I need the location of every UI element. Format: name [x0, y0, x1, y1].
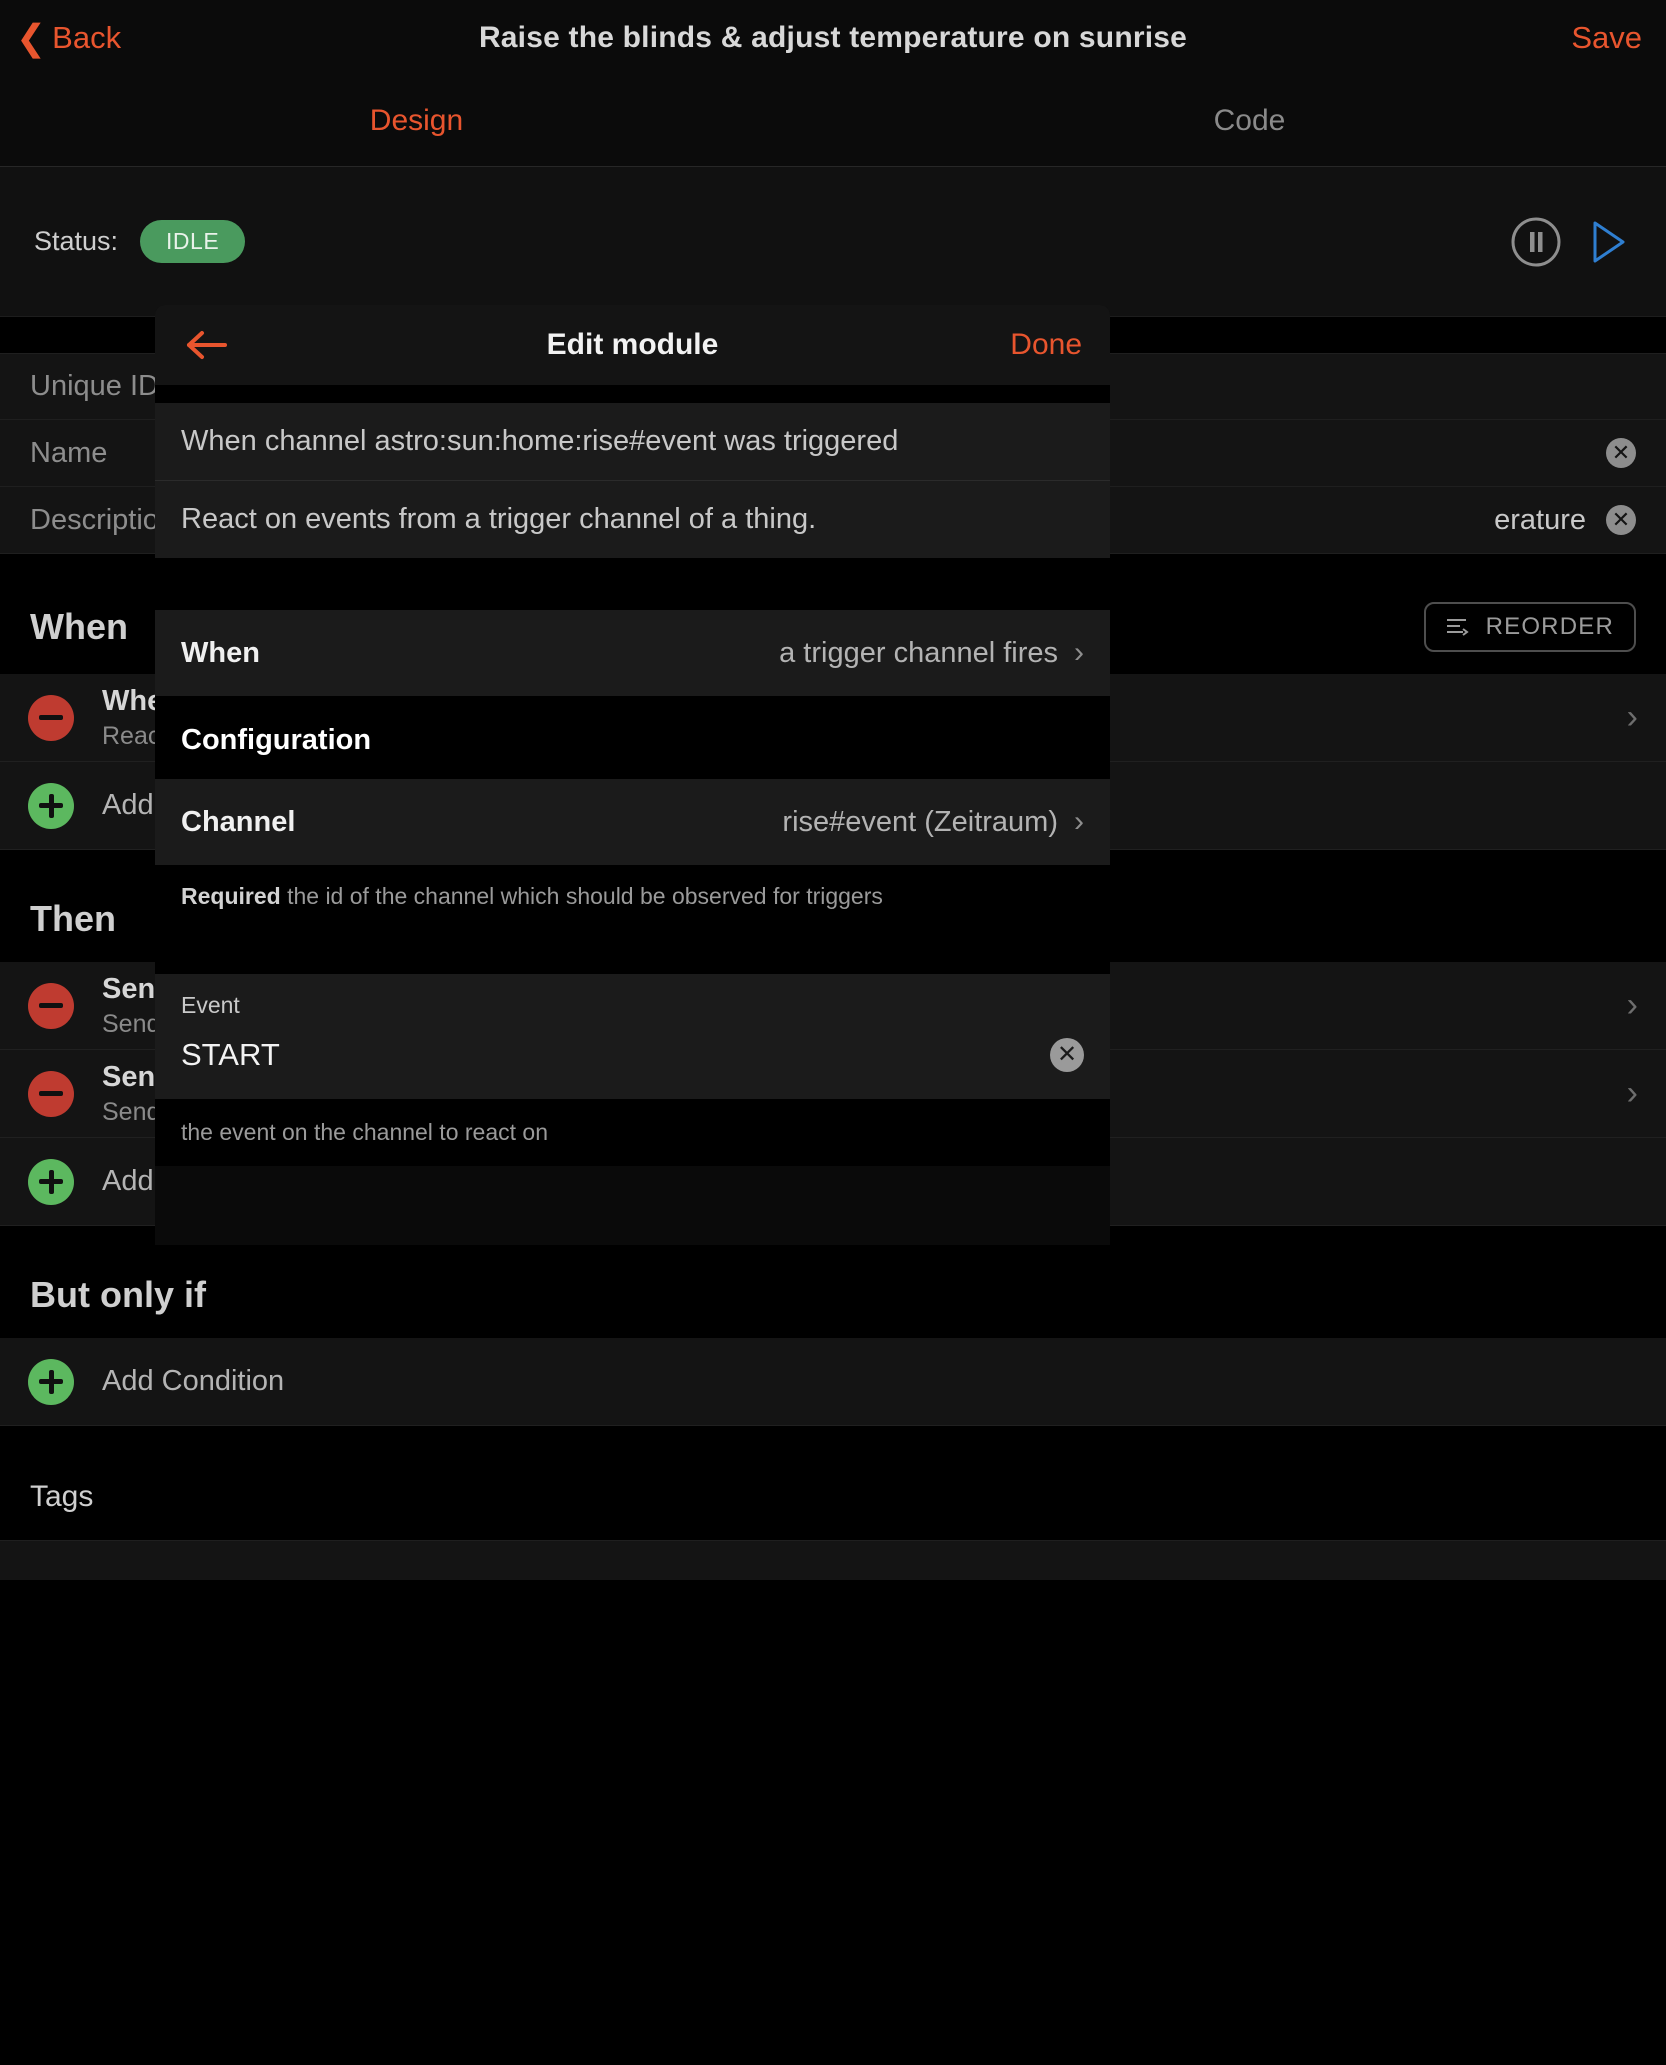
module-summary-text: When channel astro:sun:home:rise#event w… — [181, 425, 899, 457]
when-selector-key: When — [181, 636, 260, 669]
modal-spacer — [155, 936, 1110, 974]
when-selector-row[interactable]: When a trigger channel fires › — [155, 610, 1110, 696]
chevron-right-icon: › — [1626, 1074, 1638, 1112]
add-icon[interactable] — [28, 1158, 74, 1205]
pause-circle-icon[interactable] — [1510, 216, 1562, 268]
reorder-icon — [1446, 619, 1469, 636]
channel-selector-value: rise#event (Zeitraum) — [782, 805, 1058, 838]
tab-code[interactable]: Code — [833, 104, 1666, 138]
arrow-left-icon — [187, 331, 227, 359]
module-description-cell: React on events from a trigger channel o… — [155, 480, 1110, 558]
reorder-button[interactable]: REORDER — [1423, 602, 1636, 652]
event-field-value: START — [181, 1037, 280, 1072]
module-summary-cell[interactable]: When channel astro:sun:home:rise#event w… — [155, 403, 1110, 480]
channel-selector-key: Channel — [181, 805, 296, 838]
clear-icon[interactable]: ✕ — [1606, 505, 1636, 535]
section-title-when: When — [30, 606, 128, 647]
channel-helper-required: Required — [181, 883, 281, 909]
edit-module-modal: Edit module Done When channel astro:sun:… — [155, 305, 1110, 1245]
configuration-title: Configuration — [181, 724, 372, 756]
modal-done-button[interactable]: Done — [1010, 328, 1082, 362]
channel-helper-text: Required the id of the channel which sho… — [155, 865, 1110, 936]
add-icon[interactable] — [28, 782, 74, 829]
bottom-strip — [0, 1540, 1666, 1580]
modal-spacer — [155, 385, 1110, 403]
save-button[interactable]: Save — [1571, 20, 1642, 56]
section-title-tags: Tags — [30, 1480, 94, 1513]
status-label: Status: — [34, 226, 119, 256]
chevron-right-icon: › — [1626, 698, 1638, 736]
field-description-value: erature — [1494, 503, 1586, 536]
remove-icon[interactable] — [28, 694, 74, 741]
field-unique-id-label: Unique ID — [30, 370, 159, 402]
section-title-but-only-if: But only if — [30, 1274, 206, 1315]
section-header-tags: Tags — [0, 1426, 1666, 1540]
back-button-label: Back — [52, 19, 122, 55]
status-bar: Status: IDLE — [0, 167, 1666, 317]
chevron-right-icon: › — [1626, 986, 1638, 1024]
modal-back-button[interactable] — [185, 328, 229, 362]
event-field-label: Event — [181, 992, 240, 1018]
page-title: Raise the blinds & adjust temperature on… — [478, 20, 1188, 54]
clear-icon[interactable]: ✕ — [1050, 1038, 1084, 1072]
modal-title: Edit module — [546, 328, 719, 361]
chevron-right-icon: › — [1074, 636, 1084, 669]
play-icon[interactable] — [1580, 216, 1632, 268]
modal-spacer — [155, 558, 1110, 610]
section-title-then: Then — [30, 898, 116, 939]
event-field[interactable]: Event START ✕ — [155, 974, 1110, 1099]
chevron-right-icon: › — [1074, 805, 1084, 838]
when-selector-value: a trigger channel fires — [779, 636, 1058, 669]
channel-selector-row[interactable]: Channel rise#event (Zeitraum) › — [155, 779, 1110, 865]
remove-icon[interactable] — [28, 982, 74, 1029]
field-description-label: Description — [30, 503, 176, 536]
back-button[interactable]: ❮ Back — [16, 16, 122, 58]
event-helper-text: the event on the channel to react on — [155, 1099, 1110, 1166]
tab-design[interactable]: Design — [0, 104, 833, 138]
reorder-button-label: REORDER — [1485, 613, 1614, 640]
configuration-header: Configuration — [155, 696, 1110, 779]
add-icon[interactable] — [28, 1358, 74, 1405]
add-condition-button[interactable]: Add Condition — [0, 1338, 1666, 1426]
event-field-value-row: START ✕ — [181, 1037, 1084, 1073]
tab-bar: Design Code — [0, 75, 1666, 167]
add-condition-label: Add Condition — [102, 1365, 285, 1397]
module-description-text: React on events from a trigger channel o… — [181, 503, 817, 535]
field-name-label: Name — [30, 436, 108, 469]
clear-icon[interactable]: ✕ — [1606, 438, 1636, 468]
channel-helper-body: the id of the channel which should be ob… — [280, 883, 883, 909]
chevron-left-icon: ❮ — [16, 16, 47, 58]
status-actions — [1510, 216, 1632, 268]
top-navigation-bar: ❮ Back Raise the blinds & adjust tempera… — [0, 0, 1666, 75]
modal-header: Edit module Done — [155, 305, 1110, 385]
remove-icon[interactable] — [28, 1070, 74, 1117]
status-badge: IDLE — [140, 220, 246, 263]
